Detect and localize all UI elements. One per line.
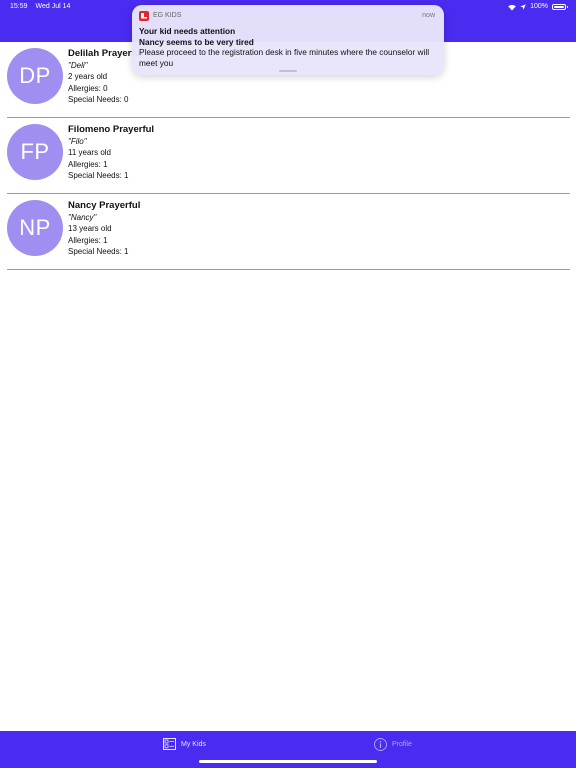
kid-allergies: Allergies: 0 bbox=[68, 83, 108, 93]
kid-info: Nancy Prayerful "Nancy" 13 years old All… bbox=[68, 200, 140, 257]
kid-allergies: Allergies: 1 bbox=[68, 235, 108, 245]
kid-special-needs: Special Needs: 1 bbox=[68, 246, 129, 256]
kid-row[interactable]: NP Nancy Prayerful "Nancy" 13 years old … bbox=[7, 194, 570, 270]
battery-percent: 100% bbox=[530, 3, 548, 10]
kid-nickname: "Nancy" bbox=[68, 213, 97, 222]
kid-nickname: "Filo" bbox=[68, 137, 87, 146]
tab-my-kids[interactable]: My Kids bbox=[163, 738, 206, 750]
kid-special-needs: Special Needs: 0 bbox=[68, 94, 129, 104]
notification-grabber[interactable] bbox=[279, 70, 297, 72]
status-time: 15:59 bbox=[10, 3, 28, 10]
kid-age: 2 years old bbox=[68, 72, 108, 82]
kid-name: Filomeno Prayerful bbox=[68, 124, 155, 135]
battery-icon bbox=[552, 4, 568, 10]
kid-row[interactable]: FP Filomeno Prayerful "Filo" 11 years ol… bbox=[7, 118, 570, 194]
avatar: FP bbox=[7, 124, 63, 180]
app-icon bbox=[139, 11, 149, 21]
location-icon bbox=[520, 4, 526, 10]
list-icon bbox=[163, 738, 176, 750]
kids-list: DP Delilah Prayerful "Deli" 2 years old … bbox=[0, 42, 576, 270]
kid-age: 11 years old bbox=[68, 148, 111, 158]
home-indicator[interactable] bbox=[199, 760, 377, 763]
kid-special-needs: Special Needs: 1 bbox=[68, 170, 129, 180]
kid-name: Nancy Prayerful bbox=[68, 200, 141, 211]
notification-message: Please proceed to the registration desk … bbox=[139, 47, 430, 68]
notification-banner[interactable]: EG KIDS now Your kid needs attention Nan… bbox=[132, 5, 444, 75]
tab-profile-label: Profile bbox=[392, 741, 412, 748]
info-icon bbox=[374, 738, 387, 751]
kid-age: 13 years old bbox=[68, 224, 112, 234]
notification-app-name: EG KIDS bbox=[153, 12, 182, 19]
kid-info: Filomeno Prayerful "Filo" 11 years old A… bbox=[68, 124, 154, 181]
avatar: NP bbox=[7, 200, 63, 256]
tab-my-kids-label: My Kids bbox=[181, 740, 206, 748]
tab-profile[interactable]: Profile bbox=[374, 738, 412, 751]
notification-title: Your kid needs attention bbox=[139, 26, 236, 36]
kid-allergies: Allergies: 1 bbox=[68, 159, 108, 169]
notification-subtitle: Nancy seems to be very tired bbox=[139, 36, 254, 47]
wifi-icon bbox=[508, 4, 516, 11]
avatar: DP bbox=[7, 48, 63, 104]
status-date: Wed Jul 14 bbox=[35, 3, 71, 10]
notification-time: now bbox=[422, 12, 435, 19]
